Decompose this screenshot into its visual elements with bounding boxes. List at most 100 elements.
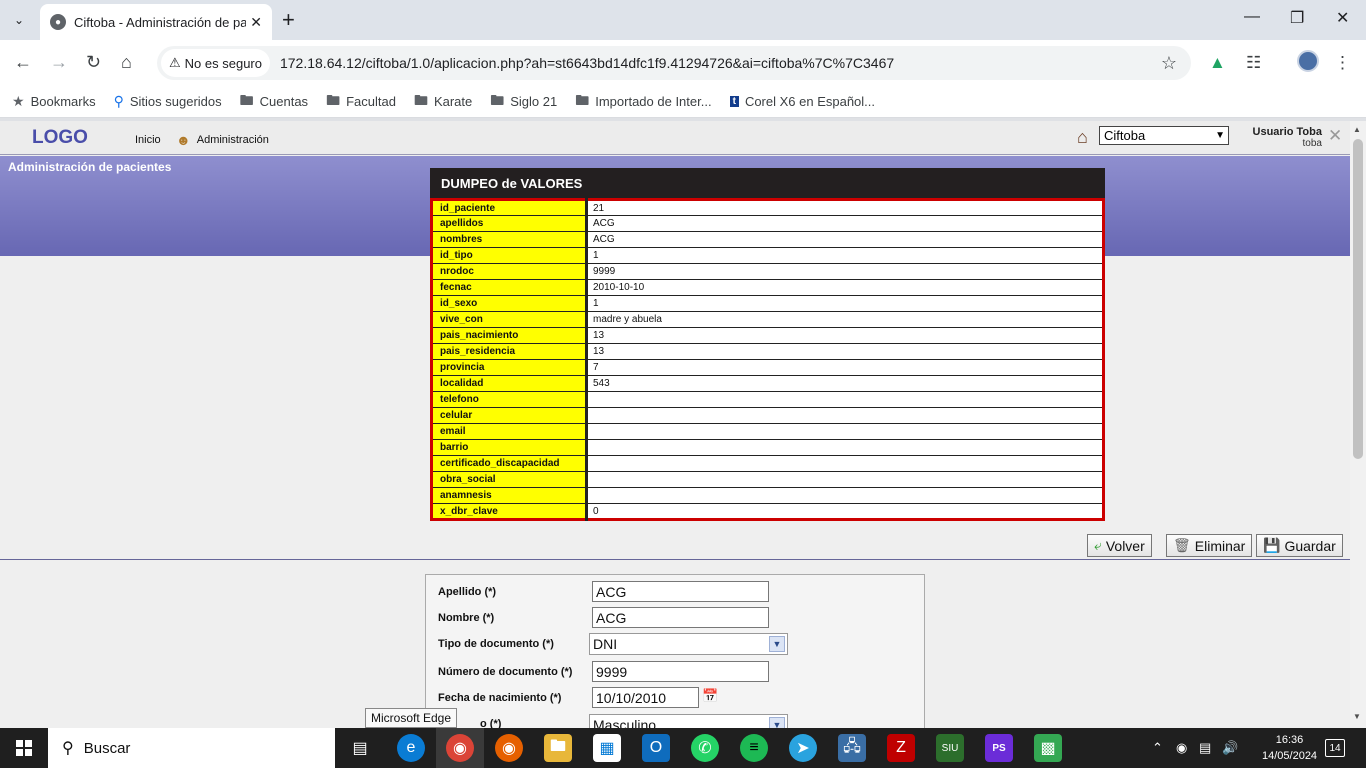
dump-table: id_paciente 21 apellidos ACG nombres ACG id_ti… <box>430 198 1105 521</box>
dump-value: 13 <box>586 343 1104 360</box>
browser-tab[interactable]: ● Ciftoba - Administración de pac ✕ <box>40 4 272 40</box>
url-text[interactable]: 172.18.64.12/ciftoba/1.0/aplicacion.php?… <box>280 55 894 71</box>
folder-icon: 🖿 <box>490 91 505 108</box>
network-tool-icon[interactable]: 🖧 <box>838 734 866 762</box>
nombre-input[interactable]: ACG <box>592 607 769 628</box>
firefox-icon[interactable]: ◉ <box>495 734 523 762</box>
windows-start-icon[interactable] <box>16 740 32 756</box>
bookmark-item[interactable]: ⚲ Sitios sugeridos <box>114 93 222 110</box>
eliminar-button[interactable]: 🗑 Eliminar <box>1166 534 1253 557</box>
reload-icon[interactable]: ↻ <box>86 52 101 73</box>
guardar-button[interactable]: 💾 Guardar <box>1256 534 1343 557</box>
page-scrollbar[interactable]: ▲ ▼ <box>1350 121 1366 728</box>
scroll-up-icon[interactable]: ▲ <box>1353 125 1361 134</box>
volver-button[interactable]: ⤶ Volver <box>1087 534 1152 557</box>
menu-administracion[interactable]: ☻ Administración <box>176 132 269 148</box>
volume-icon[interactable]: 🔊 <box>1222 740 1238 756</box>
home-icon[interactable]: ⌂ <box>1077 127 1088 148</box>
project-select[interactable]: Ciftoba ▼ <box>1099 126 1229 145</box>
google-drive-icon[interactable]: ▲ <box>1209 53 1226 73</box>
dump-row: id_tipo 1 <box>431 247 1104 264</box>
taskbar-search[interactable]: ⚲ Buscar <box>48 728 335 768</box>
security-chip[interactable]: ⚠ No es seguro <box>161 49 270 77</box>
dump-row: fecnac 2010-10-10 <box>431 279 1104 296</box>
dump-value <box>586 471 1104 488</box>
nombre-label: Nombre (*) <box>438 612 495 624</box>
dump-value <box>586 423 1104 440</box>
spotify-icon[interactable]: ≡ <box>740 734 768 762</box>
network-icon[interactable]: ▤ <box>1199 740 1211 756</box>
notification-badge[interactable]: 14 <box>1325 739 1345 757</box>
menu-inicio[interactable]: Inicio <box>135 134 161 146</box>
task-view-icon[interactable]: ▤ <box>346 734 374 762</box>
browser-toolbar: ← → ↻ ⌂ ⚠ No es seguro 172.18.64.12/cift… <box>0 40 1366 86</box>
tipo-doc-select[interactable]: DNI ▼ <box>589 633 788 655</box>
extensions-puzzle-icon[interactable]: ☷ <box>1246 53 1261 73</box>
address-bar[interactable]: ⚠ No es seguro 172.18.64.12/ciftoba/1.0/… <box>157 46 1191 80</box>
dump-key: id_paciente <box>431 199 588 216</box>
bookmark-item[interactable]: 🖿 Facultad <box>326 90 396 114</box>
clock-date: 14/05/2024 <box>1262 750 1318 762</box>
minimize-icon[interactable]: — <box>1244 8 1260 26</box>
back-arrow-icon[interactable]: ← <box>14 52 32 73</box>
scrollbar-thumb[interactable] <box>1353 139 1363 459</box>
bookmark-item[interactable]: t Corel X6 en Español... <box>729 94 875 109</box>
trash-icon: 🗑 <box>1173 537 1191 553</box>
whatsapp-icon[interactable]: ✆ <box>691 734 719 762</box>
dump-key: fecnac <box>431 279 588 296</box>
kebab-menu-icon[interactable]: ⋮ <box>1334 53 1351 73</box>
telegram-icon[interactable]: ➤ <box>789 734 817 762</box>
window-close-icon[interactable]: ✕ <box>1336 8 1349 28</box>
chrome-icon[interactable]: ◉ <box>446 734 474 762</box>
fecha-nac-input[interactable]: 10/10/2010 <box>592 687 699 708</box>
close-tab-icon[interactable]: ✕ <box>250 14 262 31</box>
bookmark-item[interactable]: 🖿 Importado de Inter... <box>575 90 711 114</box>
dump-value <box>586 455 1104 472</box>
tab-search-chevron-icon[interactable]: ⌄ <box>6 8 32 32</box>
dump-key: anamnesis <box>431 487 588 504</box>
apellido-input[interactable]: ACG <box>592 581 769 602</box>
file-explorer-icon[interactable]: 🖿 <box>544 734 572 762</box>
dump-key: id_tipo <box>431 247 588 264</box>
restore-icon[interactable]: ❐ <box>1290 8 1304 28</box>
home-icon[interactable]: ⌂ <box>121 52 132 73</box>
phpstorm-icon[interactable]: PS <box>985 734 1013 762</box>
dump-row: apellidos ACG <box>431 215 1104 232</box>
calendar-icon[interactable]: 📅 <box>702 688 718 704</box>
dump-key: vive_con <box>431 311 588 328</box>
web-page: LOGO Inicio ☻ Administración ⌂ Ciftoba ▼… <box>0 121 1350 728</box>
forward-arrow-icon[interactable]: → <box>50 52 68 73</box>
bookmark-item[interactable]: 🖿 Siglo 21 <box>490 90 557 114</box>
chevron-down-icon: ▼ <box>1215 130 1225 141</box>
bookmark-item[interactable]: 🖿 Cuentas <box>240 90 308 114</box>
dump-row: obra_social <box>431 471 1104 488</box>
dump-value: 21 <box>586 199 1104 216</box>
folder-icon: 🖿 <box>413 91 428 108</box>
sexo-select[interactable]: Masculino ▼ <box>589 714 788 728</box>
nro-doc-input[interactable]: 9999 <box>592 661 769 682</box>
globe-icon: ● <box>50 14 66 30</box>
filezilla-icon[interactable]: Z <box>887 734 915 762</box>
dump-key: pais_nacimiento <box>431 327 588 344</box>
tray-chevron-up-icon[interactable]: ⌃ <box>1152 740 1163 756</box>
profile-avatar[interactable] <box>1297 50 1319 72</box>
scroll-down-icon[interactable]: ▼ <box>1353 712 1361 721</box>
edge-icon[interactable]: e <box>397 734 425 762</box>
chat-icon[interactable]: ▩ <box>1034 734 1062 762</box>
app-logo: LOGO <box>32 127 88 148</box>
dump-key: nrodoc <box>431 263 588 280</box>
dump-row: email <box>431 423 1104 440</box>
bookmark-item[interactable]: ★ Bookmarks <box>12 93 96 110</box>
siu-icon[interactable]: SIU <box>936 734 964 762</box>
new-tab-plus-icon[interactable]: + <box>282 8 295 32</box>
dump-row: anamnesis <box>431 487 1104 504</box>
bookmark-star-icon[interactable]: ☆ <box>1161 53 1177 74</box>
ms-store-icon[interactable]: ▦ <box>593 734 621 762</box>
camera-icon[interactable]: ◉ <box>1176 740 1187 756</box>
outlook-icon[interactable]: O <box>642 734 670 762</box>
taskbar-clock[interactable]: 16:36 14/05/2024 <box>1262 732 1317 764</box>
logout-close-icon[interactable]: ✕ <box>1328 126 1342 146</box>
warning-triangle-icon: ⚠ <box>169 55 181 70</box>
bookmark-item[interactable]: 🖿 Karate <box>414 90 472 114</box>
dump-value: 0 <box>586 503 1104 520</box>
